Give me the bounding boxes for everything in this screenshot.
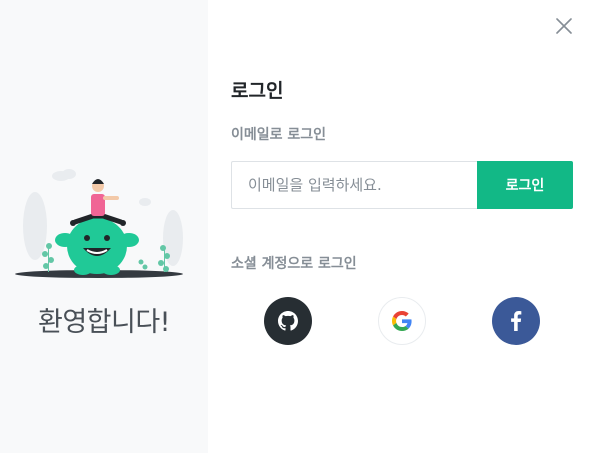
login-panel: 로그인 이메일로 로그인 로그인 소셜 계정으로 로그인	[208, 0, 592, 453]
email-login-form: 로그인	[231, 161, 573, 209]
social-buttons	[264, 297, 540, 345]
welcome-panel: 환영합니다!	[0, 0, 208, 453]
google-icon	[392, 311, 412, 331]
close-icon	[556, 18, 572, 34]
github-icon	[278, 311, 298, 331]
facebook-login-button[interactable]	[492, 297, 540, 345]
social-login-label: 소셜 계정으로 로그인	[231, 256, 357, 272]
email-login-label: 이메일로 로그인	[231, 127, 327, 143]
email-input[interactable]	[231, 161, 477, 209]
login-title: 로그인	[231, 80, 284, 102]
google-login-button[interactable]	[378, 297, 426, 345]
facebook-icon	[511, 311, 522, 331]
login-modal: 환영합니다! 로그인 이메일로 로그인 로그인 소셜 계정으로 로그인	[0, 0, 592, 453]
close-button[interactable]	[553, 15, 575, 37]
github-login-button[interactable]	[264, 297, 312, 345]
welcome-heading: 환영합니다!	[37, 307, 171, 338]
welcome-illustration	[15, 169, 183, 278]
login-button[interactable]: 로그인	[477, 161, 573, 209]
